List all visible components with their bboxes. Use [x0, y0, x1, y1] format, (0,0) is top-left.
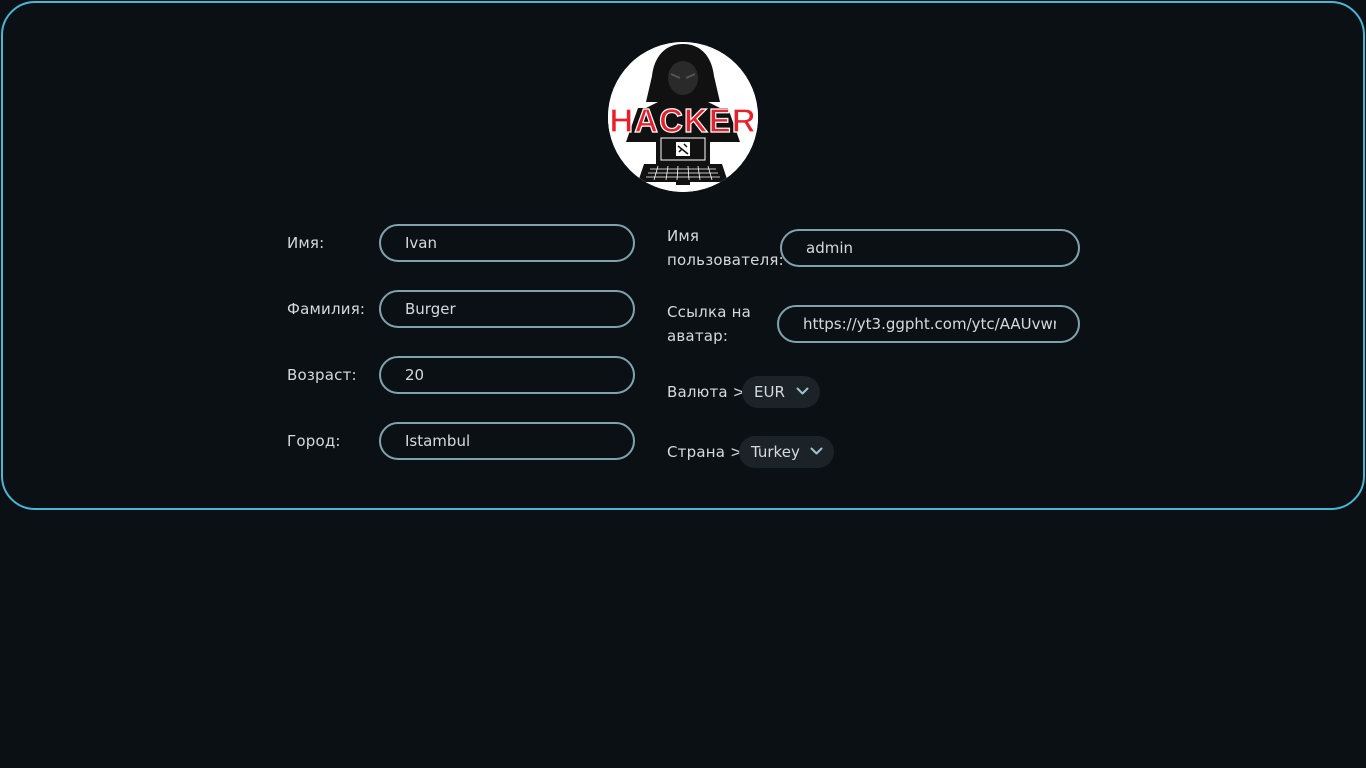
last-name-label: Фамилия:: [287, 300, 366, 318]
first-name-label: Имя:: [287, 234, 325, 252]
logo-text: HACKER: [609, 102, 756, 139]
country-label: Страна >: [667, 443, 743, 461]
avatar-url-input[interactable]: [777, 305, 1080, 343]
first-name-input[interactable]: [379, 224, 635, 262]
avatar: HACKER: [608, 42, 758, 192]
username-label: Имя пользователя:: [667, 224, 784, 272]
currency-label: Валюта >: [667, 383, 746, 401]
age-label: Возраст:: [287, 366, 357, 384]
chevron-down-icon: [810, 447, 823, 455]
country-selected-value: Turkey: [751, 443, 800, 461]
avatar-url-label-line2: аватар:: [667, 327, 729, 345]
currency-selected-value: EUR: [754, 383, 785, 401]
username-input[interactable]: [780, 229, 1080, 267]
age-input[interactable]: [379, 356, 635, 394]
hacker-logo: HACKER: [608, 42, 758, 192]
avatar-url-label: Ссылка на аватар:: [667, 300, 751, 348]
username-label-line2: пользователя:: [667, 251, 784, 269]
currency-select[interactable]: EUR: [742, 376, 820, 408]
username-label-line1: Имя: [667, 227, 700, 245]
city-label: Город:: [287, 432, 341, 450]
last-name-input[interactable]: [379, 290, 635, 328]
country-select[interactable]: Turkey: [739, 436, 834, 468]
chevron-down-icon: [796, 387, 809, 395]
avatar-url-label-line1: Ссылка на: [667, 303, 751, 321]
city-input[interactable]: [379, 422, 635, 460]
